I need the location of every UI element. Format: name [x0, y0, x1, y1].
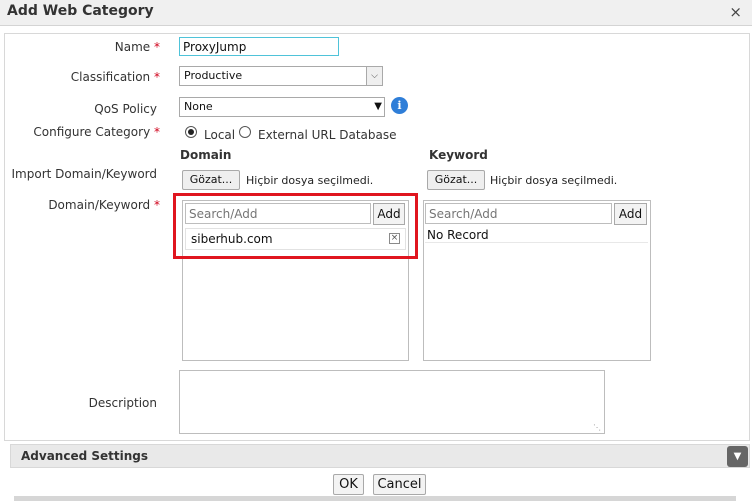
keyword-search-input[interactable]	[425, 203, 612, 224]
required-mark: *	[154, 198, 160, 212]
required-mark: *	[154, 70, 160, 84]
required-mark: *	[154, 40, 160, 54]
keyword-add-button[interactable]: Add	[614, 203, 647, 225]
qos-policy-label: QoS Policy	[94, 102, 157, 116]
name-label: Name *	[114, 40, 160, 54]
configure-category-label: Configure Category *	[33, 125, 160, 139]
description-textarea[interactable]	[179, 370, 605, 434]
keyword-browse-button[interactable]: Gözat...	[427, 170, 485, 190]
domain-column-header: Domain	[180, 148, 232, 162]
domain-browse-button[interactable]: Gözat...	[182, 170, 240, 190]
caret-down-icon: ▼	[374, 101, 382, 112]
close-icon[interactable]: ×	[729, 3, 742, 21]
qos-policy-select[interactable]: None ▼	[179, 97, 385, 117]
description-label: Description	[88, 396, 157, 410]
classification-select[interactable]: Productive ⌵	[179, 66, 383, 86]
domain-no-file-text: Hiçbir dosya seçilmedi.	[246, 174, 374, 187]
keyword-column-header: Keyword	[429, 148, 488, 162]
radio-external-url-database[interactable]	[239, 126, 251, 138]
keyword-no-file-text: Hiçbir dosya seçilmedi.	[490, 174, 618, 187]
highlight-annotation	[173, 193, 418, 259]
chevron-down-icon: ⌵	[366, 67, 382, 85]
radio-external-url-label: External URL Database	[258, 128, 397, 142]
keyword-empty-text: No Record	[427, 228, 489, 242]
classification-selected-value: Productive	[184, 69, 243, 82]
required-mark: *	[154, 125, 160, 139]
cancel-button[interactable]: Cancel	[373, 474, 426, 495]
radio-local[interactable]	[185, 126, 197, 138]
classification-label: Classification *	[70, 70, 160, 84]
domain-keyword-label: Domain/Keyword *	[48, 198, 160, 212]
horizontal-scrollbar[interactable]	[14, 496, 736, 501]
ok-button[interactable]: OK	[333, 474, 364, 495]
advanced-settings-label: Advanced Settings	[21, 449, 149, 463]
name-input[interactable]	[179, 37, 339, 56]
dialog-title: Add Web Category	[7, 3, 154, 19]
chevron-down-icon[interactable]: ▼	[727, 446, 748, 467]
list-item: No Record	[425, 227, 648, 243]
dialog-title-bar: Add Web Category ×	[0, 0, 752, 26]
radio-local-label: Local	[204, 128, 236, 142]
import-label: Import Domain/Keyword	[11, 167, 158, 181]
resize-grip-icon[interactable]: ⋱	[593, 423, 601, 432]
qos-selected-value: None	[184, 100, 213, 113]
advanced-settings-bar[interactable]: Advanced Settings ▼	[10, 444, 750, 468]
info-icon[interactable]: i	[391, 97, 408, 114]
